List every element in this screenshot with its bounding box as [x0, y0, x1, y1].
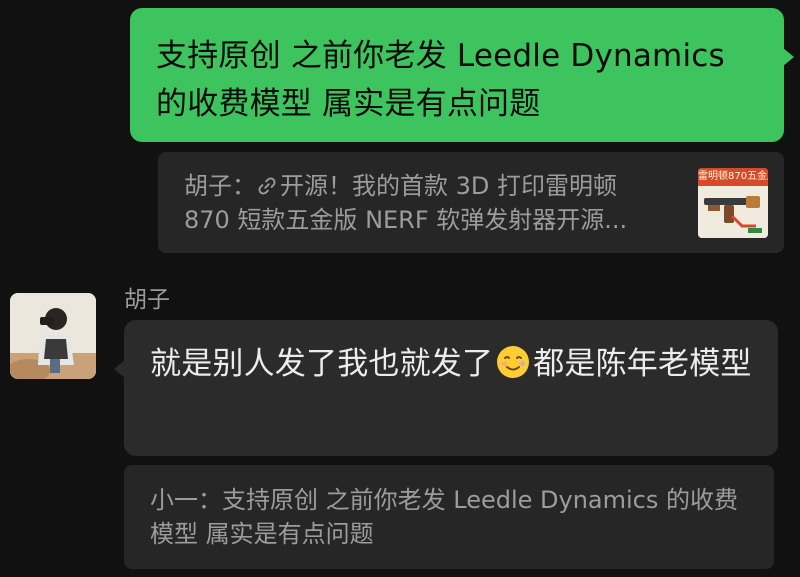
- incoming-text-part2: 都是陈年老模型: [533, 346, 752, 382]
- link-thumbnail[interactable]: 雷明顿870五金版: [698, 168, 768, 238]
- outgoing-message-text: 支持原创 之前你老发 Leedle Dynamics 的收费模型 属实是有点问题: [156, 38, 725, 122]
- quote-sender-prefix: 胡子：: [184, 172, 256, 200]
- person-avatar-icon: [10, 293, 96, 379]
- quote-link-title-line1: 开源！我的首款 3D 打印雷明顿: [280, 172, 618, 200]
- quoted-reply-text: 小一：支持原创 之前你老发 Leedle Dynamics 的收费模型 属实是有…: [150, 486, 739, 548]
- avatar[interactable]: [10, 293, 96, 379]
- quoted-reply-card[interactable]: 小一：支持原创 之前你老发 Leedle Dynamics 的收费模型 属实是有…: [124, 465, 774, 569]
- outgoing-message-bubble[interactable]: 支持原创 之前你老发 Leedle Dynamics 的收费模型 属实是有点问题: [130, 8, 794, 142]
- chat-view: 支持原创 之前你老发 Leedle Dynamics 的收费模型 属实是有点问题…: [0, 0, 800, 577]
- sender-name: 胡子: [124, 287, 170, 313]
- incoming-message-bubble[interactable]: 就是别人发了我也就发了 都是陈年老模型: [114, 320, 778, 456]
- link-icon: [258, 177, 276, 195]
- quote-link-title-line2: 870 短款五金版 NERF 软弹发射器开源...: [184, 206, 628, 234]
- quoted-link-card[interactable]: 胡子： 开源！我的首款 3D 打印雷明顿 870 短款五金版 NERF 软弹发射…: [158, 152, 784, 253]
- smiling-face-with-tear-emoji: [497, 346, 530, 378]
- thumbnail-caption: 雷明顿870五金版: [698, 168, 768, 186]
- blaster-image-icon: [698, 186, 768, 238]
- incoming-text-part1: 就是别人发了我也就发了: [150, 346, 494, 382]
